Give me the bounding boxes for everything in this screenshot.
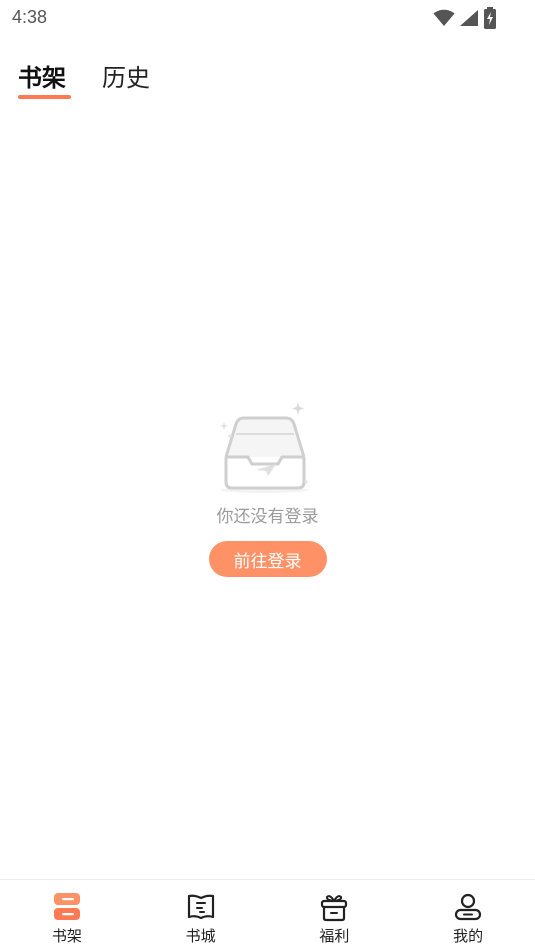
status-bar: 4:38 xyxy=(0,0,535,38)
nav-label-rewards: 福利 xyxy=(319,927,350,945)
cellular-signal-icon xyxy=(460,10,478,26)
nav-label-bookshelf: 书架 xyxy=(51,927,82,945)
battery-charging-icon xyxy=(484,7,496,29)
bottom-navigation: 书架 书城 福利 我的 xyxy=(0,879,535,952)
bookshelf-icon xyxy=(53,893,80,920)
profile-icon xyxy=(455,893,482,921)
wifi-icon xyxy=(433,9,455,26)
gift-icon xyxy=(321,895,348,922)
status-icons xyxy=(433,7,497,29)
nav-label-profile: 我的 xyxy=(453,927,484,945)
nav-label-bookstore: 书城 xyxy=(185,927,216,945)
active-tab-indicator xyxy=(18,95,71,99)
empty-inbox-illustration xyxy=(219,402,309,493)
nav-item-bookshelf[interactable]: 书架 xyxy=(0,880,134,952)
tab-bookshelf[interactable]: 书架 xyxy=(18,58,71,99)
tab-history-label: 历史 xyxy=(102,64,150,92)
book-store-icon xyxy=(187,894,214,920)
go-login-button[interactable]: 前往登录 xyxy=(208,541,327,577)
nav-item-rewards[interactable]: 福利 xyxy=(268,880,402,952)
empty-state: 你还没有登录 前往登录 xyxy=(0,398,535,577)
tab-bookshelf-label: 书架 xyxy=(18,64,66,92)
nav-item-profile[interactable]: 我的 xyxy=(401,880,535,952)
status-time: 4:38 xyxy=(12,7,48,27)
tab-history[interactable]: 历史 xyxy=(102,58,150,98)
nav-item-bookstore[interactable]: 书城 xyxy=(134,880,268,952)
top-tabs: 书架 历史 xyxy=(18,58,186,108)
not-logged-in-message: 你还没有登录 xyxy=(216,507,319,527)
